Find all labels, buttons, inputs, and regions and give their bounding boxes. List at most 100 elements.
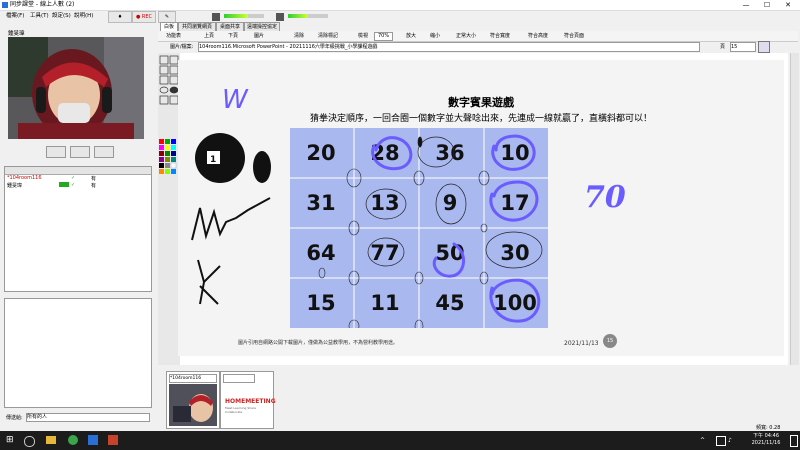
next-page-button[interactable]: 下頁 <box>228 31 238 41</box>
notification-icon[interactable] <box>790 435 798 447</box>
fit-width-button[interactable]: 符合寬度 <box>490 31 510 41</box>
handwriting-w: W <box>222 85 249 115</box>
menu-settings[interactable]: 設定(S) <box>52 10 71 22</box>
webcam-video <box>8 37 144 139</box>
clear-button[interactable]: 清除 <box>294 31 304 41</box>
circle-10 <box>491 134 536 171</box>
webcam-image <box>8 37 144 139</box>
user-row[interactable]: *104room116 ✓ 有 <box>7 175 147 182</box>
file-select[interactable]: 104room116.Microsoft PowerPoint - 202111… <box>198 42 700 52</box>
webcam-label: 鍾旻瑋 <box>8 31 25 37</box>
clock-date[interactable]: 2021/11/16 <box>746 440 786 446</box>
taskbar: ⊞ ^ ♪ 下午 04:46 2021/11/16 <box>0 431 800 450</box>
user-list: *104room116 ✓ 有 鍾旻瑋 ✓ 有 <box>4 166 152 292</box>
minimize-button[interactable]: — <box>736 0 756 10</box>
page-select[interactable]: 15 <box>730 42 756 52</box>
homemeeting-tagline: Meet Learning Share Collaborate <box>225 406 257 414</box>
send-to-value: 所有的人 <box>27 414 48 420</box>
check-icon: ✓ <box>71 182 76 188</box>
powerpoint-icon[interactable] <box>108 435 118 445</box>
camera-status-icon <box>59 182 69 187</box>
slide: 數字賓果遊戲 猜拳決定順序，一回合圈一個數字並大聲唸出來，先連成一線就贏了，直橫… <box>178 60 784 356</box>
close-button[interactable]: ✕ <box>778 0 798 10</box>
bingo-grid: 20 28 36 10 31 13 9 17 64 77 50 30 15 11… <box>290 128 548 328</box>
thumbnail-tile[interactable]: *104room116 <box>166 371 220 429</box>
circle-100 <box>489 278 541 323</box>
user-name: 鍾旻瑋 <box>7 183 23 189</box>
ellipse-tool-icon <box>159 86 169 94</box>
user-list-header <box>5 167 151 175</box>
filled-rect-tool-icon <box>169 75 179 85</box>
clock-time[interactable]: 下午 04:46 <box>748 432 784 439</box>
select-tool-icon <box>159 55 169 65</box>
send-to-select[interactable]: 所有的人 <box>26 413 150 422</box>
file-explorer-icon[interactable] <box>46 436 56 444</box>
vertical-scrollbar[interactable] <box>790 53 799 365</box>
image-button[interactable]: 圖片 <box>254 31 264 41</box>
circle-36 <box>417 136 455 168</box>
fit-height-button[interactable]: 符合高度 <box>528 31 548 41</box>
circle-77 <box>367 237 405 267</box>
slide-footer: 圖片引用自網路公開下載圖片，僅做為公益教學用，不為營利教學用途。 <box>238 340 399 346</box>
zoom-out-button[interactable]: 縮小 <box>430 31 440 41</box>
menu-tools[interactable]: 工具(T) <box>30 10 49 22</box>
search-icon[interactable] <box>24 436 35 447</box>
zoom-in-button[interactable]: 放大 <box>406 31 416 41</box>
slide-page-number: 15 <box>603 334 617 348</box>
menu-help[interactable]: 說明(H) <box>74 10 93 22</box>
snapshot-button[interactable] <box>94 146 114 158</box>
chat-log[interactable] <box>4 298 152 408</box>
maximize-button[interactable]: ☐ <box>757 0 777 10</box>
main-tabs: 白板 共同瀏覽網頁 桌面共享 遠端操控協定 <box>158 22 798 32</box>
volume-slider[interactable] <box>288 14 328 18</box>
circle-9 <box>435 183 467 225</box>
filled-ellipse-tool-icon <box>169 86 179 94</box>
tray-up-icon[interactable]: ^ <box>700 437 705 444</box>
speaker-button[interactable]: ♦ <box>108 11 132 23</box>
circle-28 <box>371 136 413 171</box>
start-icon[interactable]: ⊞ <box>6 436 15 445</box>
zoom-select[interactable]: 70% <box>374 32 394 41</box>
mic-icon <box>212 13 220 21</box>
thumbnail-select[interactable]: *104room116 <box>169 374 217 383</box>
homemeeting-logo: HOMEMEETING <box>225 398 276 405</box>
menu-button[interactable]: 功能表 <box>166 31 181 41</box>
circle-13 <box>365 188 407 220</box>
user-row[interactable]: 鍾旻瑋 ✓ 有 <box>7 182 147 189</box>
svg-text:1: 1 <box>210 155 216 165</box>
window-title: 同步課堂 - 線上人數 (2) <box>10 1 75 8</box>
thumbnail-select[interactable] <box>223 374 255 383</box>
circle-17 <box>489 180 539 222</box>
meeting-app-icon[interactable] <box>88 435 98 445</box>
circle-30 <box>485 231 543 269</box>
mic-level-slider[interactable] <box>224 14 264 18</box>
view-button[interactable]: 檢視 <box>358 31 368 41</box>
audio-button[interactable] <box>46 146 66 158</box>
actual-size-button[interactable]: 正常大小 <box>456 31 476 41</box>
pen-tool-icon <box>169 55 179 65</box>
volume-icon[interactable]: ♪ <box>728 437 732 444</box>
slide-date: 2021/11/13 <box>564 340 599 347</box>
video-button[interactable] <box>70 146 90 158</box>
text-tool-icon <box>159 65 169 75</box>
menu-file[interactable]: 檔案(F) <box>6 10 24 22</box>
traffic-readout: 頻寬: 0.28 <box>756 425 781 431</box>
clear-marks-button[interactable]: 清除標記 <box>318 31 338 41</box>
thumbnail-tile[interactable]: HOMEMEETING Meet Learning Share Collabor… <box>220 371 276 429</box>
line-tool-icon <box>169 65 179 75</box>
network-icon[interactable] <box>716 436 726 446</box>
fit-page-button[interactable]: 符合頁面 <box>564 31 584 41</box>
prev-page-button[interactable]: 上頁 <box>204 31 214 41</box>
fill-tool-icon <box>169 95 179 105</box>
user-status: 有 <box>91 176 97 182</box>
rec-button[interactable]: ● REC <box>132 11 156 23</box>
sync-icon[interactable] <box>758 41 770 53</box>
file-bar: 圖片/檔案: 104room116.Microsoft PowerPoint -… <box>158 41 798 53</box>
page-label: 頁 <box>720 44 726 50</box>
chrome-icon[interactable] <box>68 435 78 445</box>
user-status: 有 <box>91 183 97 189</box>
rect-tool-icon <box>159 75 169 85</box>
send-to-label: 傳送給: <box>6 415 23 421</box>
user-name: *104room116 <box>7 175 42 181</box>
video-thumbnails: *104room116 HOMEMEETING Meet Learning Sh… <box>158 365 798 429</box>
